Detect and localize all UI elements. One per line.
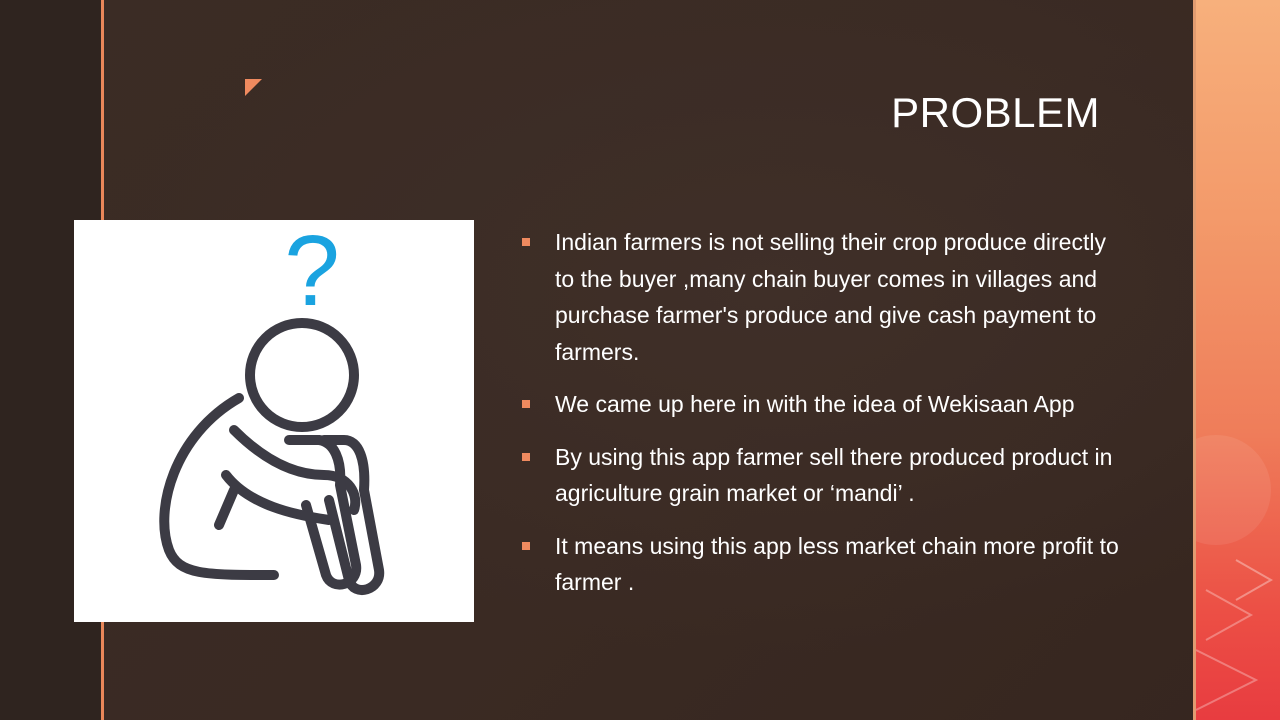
bullet-square-icon [522,541,530,550]
bullet-text: It means using this app less market chai… [555,532,1119,596]
bullet-square-icon [522,400,530,408]
bullet-square-icon [522,452,530,461]
decorative-chevrons [1196,435,1274,711]
slide: PROBLEM ? Indian farmers is not selling … [0,0,1280,720]
problem-bullet-list: Indian farmers is not selling their crop… [520,224,1120,617]
slide-title: PROBLEM [891,89,1100,136]
bullet-item: By using this app farmer sell there prod… [520,439,1120,512]
problem-illustration: ? [74,220,474,622]
bullet-item: It means using this app less market chai… [520,528,1120,601]
bullet-text: We came up here in with the idea of Weki… [555,391,1075,417]
bullet-item: Indian farmers is not selling their crop… [520,224,1120,370]
sad-person-hugging-knees-icon: ? [159,220,385,595]
bullet-item: We came up here in with the idea of Weki… [520,386,1120,423]
bullet-text: By using this app farmer sell there prod… [555,443,1113,507]
bullet-text: Indian farmers is not selling their crop… [555,229,1106,365]
question-mark: ? [284,220,340,327]
bullet-square-icon [522,238,530,246]
corner-triangle-icon [245,79,262,96]
